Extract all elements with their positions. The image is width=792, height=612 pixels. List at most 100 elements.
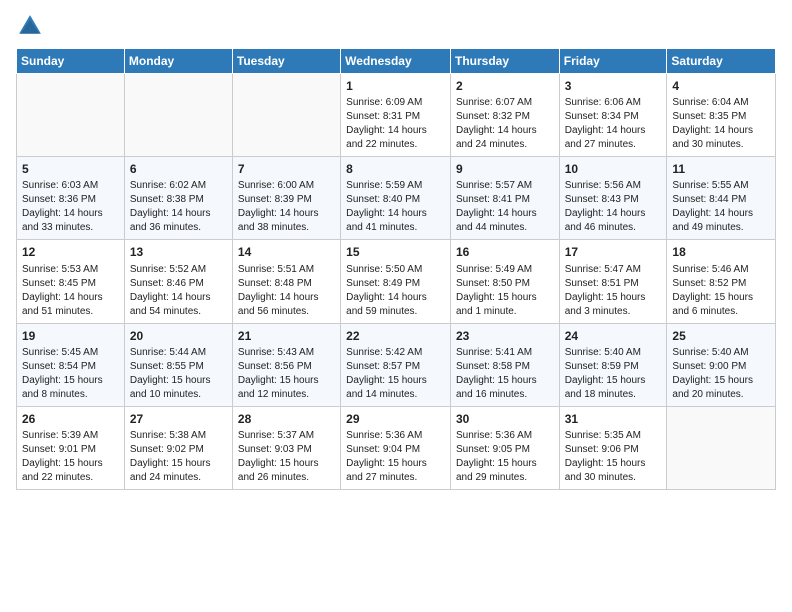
- day-number: 21: [238, 328, 335, 344]
- day-info: Sunrise: 5:36 AMSunset: 9:04 PMDaylight:…: [346, 429, 445, 485]
- header: [16, 12, 776, 40]
- day-number: 25: [672, 328, 770, 344]
- day-info: Sunrise: 5:55 AMSunset: 8:44 PMDaylight:…: [672, 179, 770, 235]
- calendar-cell: 11 Sunrise: 5:55 AMSunset: 8:44 PMDayligh…: [667, 157, 776, 240]
- day-number: 30: [456, 411, 554, 427]
- calendar-cell: 5 Sunrise: 6:03 AMSunset: 8:36 PMDaylight…: [17, 157, 125, 240]
- day-number: 29: [346, 411, 445, 427]
- calendar-cell: 8 Sunrise: 5:59 AMSunset: 8:40 PMDaylight…: [341, 157, 451, 240]
- calendar-cell: 27 Sunrise: 5:38 AMSunset: 9:02 PMDayligh…: [124, 406, 232, 489]
- calendar-week-row: 5 Sunrise: 6:03 AMSunset: 8:36 PMDaylight…: [17, 157, 776, 240]
- day-number: 9: [456, 161, 554, 177]
- calendar-week-row: 26 Sunrise: 5:39 AMSunset: 9:01 PMDayligh…: [17, 406, 776, 489]
- weekday-header-tuesday: Tuesday: [232, 49, 340, 74]
- day-number: 23: [456, 328, 554, 344]
- calendar-cell: 28 Sunrise: 5:37 AMSunset: 9:03 PMDayligh…: [232, 406, 340, 489]
- day-number: 6: [130, 161, 227, 177]
- calendar-table: SundayMondayTuesdayWednesdayThursdayFrid…: [16, 48, 776, 490]
- day-info: Sunrise: 5:36 AMSunset: 9:05 PMDaylight:…: [456, 429, 554, 485]
- calendar-cell: 6 Sunrise: 6:02 AMSunset: 8:38 PMDaylight…: [124, 157, 232, 240]
- day-number: 5: [22, 161, 119, 177]
- day-info: Sunrise: 5:44 AMSunset: 8:55 PMDaylight:…: [130, 346, 227, 402]
- day-info: Sunrise: 6:00 AMSunset: 8:39 PMDaylight:…: [238, 179, 335, 235]
- day-number: 16: [456, 244, 554, 260]
- day-info: Sunrise: 5:46 AMSunset: 8:52 PMDaylight:…: [672, 263, 770, 319]
- weekday-header-sunday: Sunday: [17, 49, 125, 74]
- day-info: Sunrise: 6:07 AMSunset: 8:32 PMDaylight:…: [456, 96, 554, 152]
- day-number: 20: [130, 328, 227, 344]
- day-info: Sunrise: 5:49 AMSunset: 8:50 PMDaylight:…: [456, 263, 554, 319]
- logo-icon: [16, 12, 44, 40]
- calendar-cell: 29 Sunrise: 5:36 AMSunset: 9:04 PMDayligh…: [341, 406, 451, 489]
- calendar-cell: 4Sunrise: 6:04 AMSunset: 8:35 PMDaylight…: [667, 74, 776, 157]
- logo: [16, 12, 48, 40]
- day-number: 28: [238, 411, 335, 427]
- day-number: 24: [565, 328, 662, 344]
- calendar-cell: [17, 74, 125, 157]
- calendar-cell: 10Sunrise: 5:56 AMSunset: 8:43 PMDayligh…: [559, 157, 667, 240]
- day-number: 31: [565, 411, 662, 427]
- day-info: Sunrise: 5:47 AMSunset: 8:51 PMDaylight:…: [565, 263, 662, 319]
- day-info: Sunrise: 5:40 AMSunset: 8:59 PMDaylight:…: [565, 346, 662, 402]
- calendar-cell: 30 Sunrise: 5:36 AMSunset: 9:05 PMDayligh…: [450, 406, 559, 489]
- calendar-cell: 25 Sunrise: 5:40 AMSunset: 9:00 PMDayligh…: [667, 323, 776, 406]
- day-info: Sunrise: 6:09 AMSunset: 8:31 PMDaylight:…: [346, 96, 445, 152]
- day-number: 19: [22, 328, 119, 344]
- day-info: Sunrise: 5:50 AMSunset: 8:49 PMDaylight:…: [346, 263, 445, 319]
- day-info: Sunrise: 6:06 AMSunset: 8:34 PMDaylight:…: [565, 96, 662, 152]
- day-info: Sunrise: 6:04 AMSunset: 8:35 PMDaylight:…: [672, 96, 770, 152]
- day-number: 17: [565, 244, 662, 260]
- day-number: 7: [238, 161, 335, 177]
- day-info: Sunrise: 5:45 AMSunset: 8:54 PMDaylight:…: [22, 346, 119, 402]
- calendar-cell: 13 Sunrise: 5:52 AMSunset: 8:46 PMDayligh…: [124, 240, 232, 323]
- calendar-cell: 17 Sunrise: 5:47 AMSunset: 8:51 PMDayligh…: [559, 240, 667, 323]
- day-info: Sunrise: 5:39 AMSunset: 9:01 PMDaylight:…: [22, 429, 119, 485]
- calendar-cell: 18 Sunrise: 5:46 AMSunset: 8:52 PMDayligh…: [667, 240, 776, 323]
- calendar-cell: 23 Sunrise: 5:41 AMSunset: 8:58 PMDayligh…: [450, 323, 559, 406]
- weekday-header-thursday: Thursday: [450, 49, 559, 74]
- calendar-cell: 26 Sunrise: 5:39 AMSunset: 9:01 PMDayligh…: [17, 406, 125, 489]
- day-info: Sunrise: 5:53 AMSunset: 8:45 PMDaylight:…: [22, 263, 119, 319]
- calendar-cell: 3Sunrise: 6:06 AMSunset: 8:34 PMDaylight…: [559, 74, 667, 157]
- day-number: 26: [22, 411, 119, 427]
- weekday-header-wednesday: Wednesday: [341, 49, 451, 74]
- calendar-cell: 19 Sunrise: 5:45 AMSunset: 8:54 PMDayligh…: [17, 323, 125, 406]
- day-number: 10: [565, 161, 662, 177]
- day-info: Sunrise: 5:42 AMSunset: 8:57 PMDaylight:…: [346, 346, 445, 402]
- calendar-cell: [667, 406, 776, 489]
- calendar-cell: 16 Sunrise: 5:49 AMSunset: 8:50 PMDayligh…: [450, 240, 559, 323]
- day-info: Sunrise: 6:02 AMSunset: 8:38 PMDaylight:…: [130, 179, 227, 235]
- day-info: Sunrise: 5:35 AMSunset: 9:06 PMDaylight:…: [565, 429, 662, 485]
- day-number: 11: [672, 161, 770, 177]
- day-info: Sunrise: 5:41 AMSunset: 8:58 PMDaylight:…: [456, 346, 554, 402]
- calendar-cell: 15 Sunrise: 5:50 AMSunset: 8:49 PMDayligh…: [341, 240, 451, 323]
- day-number: 8: [346, 161, 445, 177]
- calendar-cell: 31 Sunrise: 5:35 AMSunset: 9:06 PMDayligh…: [559, 406, 667, 489]
- day-info: Sunrise: 5:38 AMSunset: 9:02 PMDaylight:…: [130, 429, 227, 485]
- day-info: Sunrise: 5:52 AMSunset: 8:46 PMDaylight:…: [130, 263, 227, 319]
- day-number: 15: [346, 244, 445, 260]
- day-info: Sunrise: 5:37 AMSunset: 9:03 PMDaylight:…: [238, 429, 335, 485]
- day-info: Sunrise: 5:57 AMSunset: 8:41 PMDaylight:…: [456, 179, 554, 235]
- day-number: 1: [346, 78, 445, 94]
- calendar-week-row: 12Sunrise: 5:53 AMSunset: 8:45 PMDayligh…: [17, 240, 776, 323]
- day-info: Sunrise: 6:03 AMSunset: 8:36 PMDaylight:…: [22, 179, 119, 235]
- calendar-cell: 1 Sunrise: 6:09 AMSunset: 8:31 PMDaylight…: [341, 74, 451, 157]
- calendar-cell: 21 Sunrise: 5:43 AMSunset: 8:56 PMDayligh…: [232, 323, 340, 406]
- calendar-cell: 24 Sunrise: 5:40 AMSunset: 8:59 PMDayligh…: [559, 323, 667, 406]
- day-info: Sunrise: 5:59 AMSunset: 8:40 PMDaylight:…: [346, 179, 445, 235]
- weekday-header-friday: Friday: [559, 49, 667, 74]
- weekday-header-monday: Monday: [124, 49, 232, 74]
- calendar-week-row: 19 Sunrise: 5:45 AMSunset: 8:54 PMDayligh…: [17, 323, 776, 406]
- weekday-header-row: SundayMondayTuesdayWednesdayThursdayFrid…: [17, 49, 776, 74]
- day-info: Sunrise: 5:51 AMSunset: 8:48 PMDaylight:…: [238, 263, 335, 319]
- calendar-cell: 20 Sunrise: 5:44 AMSunset: 8:55 PMDayligh…: [124, 323, 232, 406]
- day-info: Sunrise: 5:43 AMSunset: 8:56 PMDaylight:…: [238, 346, 335, 402]
- calendar-cell: 22 Sunrise: 5:42 AMSunset: 8:57 PMDayligh…: [341, 323, 451, 406]
- day-number: 22: [346, 328, 445, 344]
- day-number: 27: [130, 411, 227, 427]
- day-number: 18: [672, 244, 770, 260]
- day-number: 13: [130, 244, 227, 260]
- calendar-cell: 7 Sunrise: 6:00 AMSunset: 8:39 PMDaylight…: [232, 157, 340, 240]
- day-info: Sunrise: 5:40 AMSunset: 9:00 PMDaylight:…: [672, 346, 770, 402]
